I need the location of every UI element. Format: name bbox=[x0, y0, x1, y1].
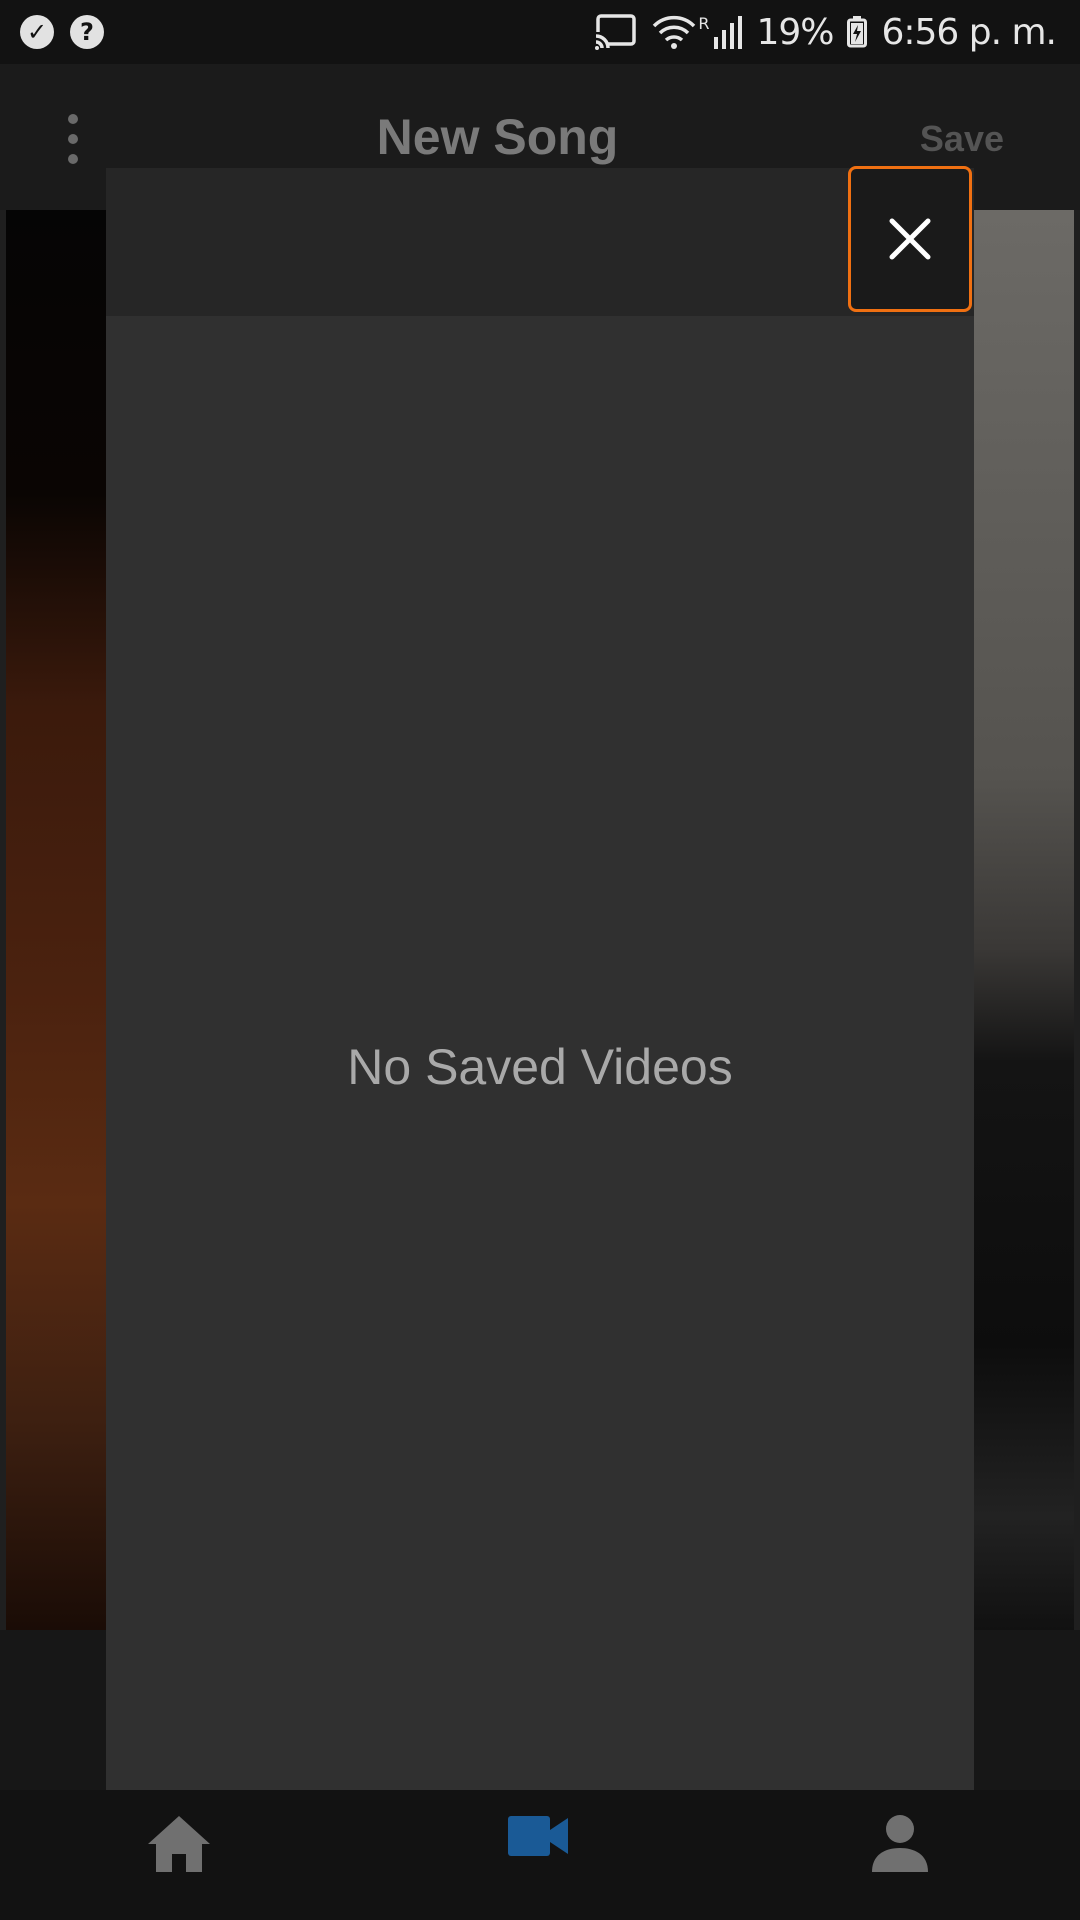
roaming-indicator: R bbox=[698, 13, 709, 33]
nav-item-video[interactable] bbox=[506, 1814, 570, 1858]
signal-icon bbox=[714, 16, 743, 49]
close-button[interactable] bbox=[848, 166, 972, 312]
battery-charging-icon bbox=[847, 16, 868, 48]
close-icon bbox=[889, 218, 931, 260]
status-left-icons: ✓ ? bbox=[20, 15, 104, 49]
battery-percent: 19% bbox=[756, 11, 834, 53]
status-bar: ✓ ? R 19% 6:56 p. m. bbox=[0, 0, 1080, 64]
video-camera-icon bbox=[508, 1816, 568, 1856]
video-thumbnail-right bbox=[960, 210, 1074, 1630]
video-thumbnail-left bbox=[6, 210, 116, 1630]
help-circle-icon: ? bbox=[70, 15, 104, 49]
app-screen: ✓ ? R 19% 6:56 p. m. New Song Save No Sa… bbox=[0, 0, 1080, 1920]
save-button[interactable]: Save bbox=[920, 118, 1004, 160]
panel-header bbox=[106, 168, 974, 316]
cast-icon bbox=[594, 14, 637, 50]
check-circle-icon: ✓ bbox=[20, 15, 54, 49]
home-icon bbox=[148, 1816, 210, 1872]
clock: 6:56 p. m. bbox=[881, 11, 1057, 53]
bottom-navigation bbox=[0, 1790, 1080, 1920]
saved-videos-panel bbox=[106, 168, 974, 1814]
nav-item-profile[interactable] bbox=[868, 1814, 932, 1874]
person-icon bbox=[872, 1815, 928, 1872]
empty-state-message: No Saved Videos bbox=[347, 1039, 733, 1095]
nav-item-home[interactable] bbox=[146, 1814, 212, 1874]
status-right-icons: R 19% 6:56 p. m. bbox=[594, 10, 1057, 54]
wifi-icon bbox=[653, 15, 696, 49]
page-title: New Song bbox=[376, 109, 619, 165]
